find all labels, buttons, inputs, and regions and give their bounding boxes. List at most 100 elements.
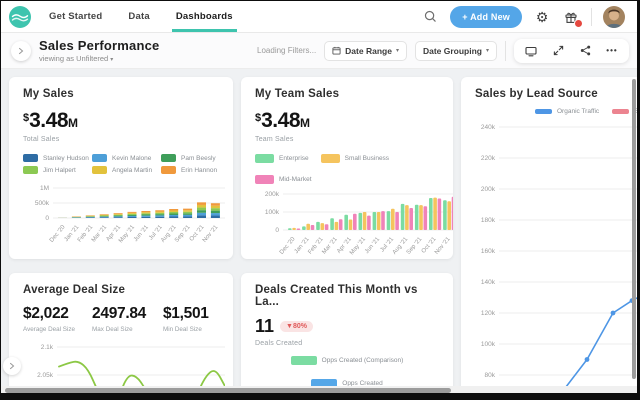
legend-item[interactable]: Angela Martin bbox=[92, 166, 161, 174]
lead-source-card: Sales by Lead Source Organic TrafficSoci… bbox=[461, 77, 637, 386]
calendar-icon bbox=[332, 46, 341, 55]
average-deal-card: Average Deal Size $2,022 Average Deal Siz… bbox=[9, 273, 233, 386]
settings-gear-icon[interactable]: ⚙ bbox=[533, 8, 551, 26]
svg-text:2.1k: 2.1k bbox=[41, 344, 54, 351]
svg-text:240k: 240k bbox=[481, 124, 496, 131]
legend-item[interactable]: Small Business bbox=[320, 154, 389, 163]
svg-text:0: 0 bbox=[275, 227, 279, 234]
svg-text:1M: 1M bbox=[40, 185, 49, 192]
svg-text:140k: 140k bbox=[481, 279, 496, 286]
collapse-chevron-button[interactable] bbox=[11, 40, 31, 61]
search-icon[interactable] bbox=[421, 8, 439, 26]
card-title: My Team Sales bbox=[255, 88, 340, 100]
gift-icon[interactable] bbox=[562, 8, 583, 28]
svg-text:80k: 80k bbox=[485, 372, 496, 379]
lead-source-chart: 240k 220k 200k 180k 160k 140k 120k 100k 80k bbox=[461, 117, 637, 386]
svg-text:Sep '21: Sep '21 bbox=[174, 224, 192, 244]
nav-divider bbox=[591, 7, 592, 26]
deals-created-card: Deals Created This Month vs La... 11 ▼80… bbox=[241, 273, 453, 386]
svg-text:200k: 200k bbox=[265, 191, 280, 198]
svg-text:Jun '21: Jun '21 bbox=[133, 224, 150, 243]
header-actions: ••• bbox=[514, 38, 629, 63]
legend-item[interactable]: Enterprise bbox=[255, 154, 309, 163]
svg-text:100k: 100k bbox=[481, 341, 496, 348]
legend-item[interactable]: Erin Hannon bbox=[161, 166, 230, 174]
scroll-left-chevron-button[interactable] bbox=[3, 357, 21, 375]
my-sales-legend: Stanley Hudson Kevin Malone Pam Beesly Jim … bbox=[23, 154, 233, 178]
svg-text:120k: 120k bbox=[481, 310, 496, 317]
svg-text:180k: 180k bbox=[481, 217, 496, 224]
stat: $2,022 Average Deal Size bbox=[23, 305, 76, 333]
card-title: Average Deal Size bbox=[23, 284, 126, 296]
page-title: Sales Performance bbox=[39, 37, 160, 53]
share-icon[interactable] bbox=[579, 45, 591, 57]
svg-text:160k: 160k bbox=[481, 248, 496, 255]
legend-item[interactable]: Organic Traffic bbox=[535, 108, 599, 115]
more-options-icon[interactable]: ••• bbox=[606, 45, 618, 57]
stat: $1,501 Min Deal Size bbox=[162, 305, 209, 333]
legend-item[interactable]: Mid-Market bbox=[255, 175, 312, 184]
svg-text:2.05k: 2.05k bbox=[37, 372, 54, 379]
add-new-button[interactable]: + Add New bbox=[450, 5, 522, 28]
total-sales-value: $3.48M bbox=[23, 109, 78, 132]
svg-text:220k: 220k bbox=[481, 155, 496, 162]
page-header: Sales Performance viewing as Unfiltered … bbox=[1, 33, 637, 69]
tv-present-icon[interactable] bbox=[525, 45, 537, 57]
viewing-as-dropdown[interactable]: viewing as Unfiltered ▾ bbox=[39, 54, 159, 63]
nav-item-data[interactable]: Data bbox=[128, 1, 149, 32]
value-label: Deals Created bbox=[255, 340, 303, 347]
average-deal-chart: 2.1k 2.05k bbox=[23, 337, 226, 386]
nav-item-dashboards[interactable]: Dashboards bbox=[171, 1, 237, 32]
horizontal-scrollbar-thumb[interactable] bbox=[5, 387, 451, 393]
svg-text:100k: 100k bbox=[265, 209, 280, 216]
nav-right-cluster: + Add New ⚙ bbox=[421, 5, 625, 28]
deals-created-value: 11 bbox=[255, 316, 275, 336]
vertical-scrollbar-thumb[interactable] bbox=[632, 79, 636, 379]
legend-item[interactable]: Opps Created bbox=[311, 379, 383, 386]
date-range-button[interactable]: Date Range ▾ bbox=[324, 40, 407, 61]
team-sales-chart: 200k 100k 0 Dec '20 Jan '21 Feb '21 Mar '21 Apr… bbox=[255, 188, 453, 259]
notification-dot bbox=[574, 18, 583, 28]
card-title: Deals Created This Month vs La... bbox=[255, 284, 418, 308]
card-title: My Sales bbox=[23, 88, 74, 100]
app-window: Get Started Data Dashboards + Add New ⚙ bbox=[1, 1, 637, 393]
top-nav: Get Started Data Dashboards + Add New ⚙ bbox=[1, 1, 637, 33]
svg-text:May '21: May '21 bbox=[349, 236, 367, 256]
legend-item[interactable]: Stanley Hudson bbox=[23, 154, 92, 162]
my-sales-card: My Sales $3.48M Total Sales Stanley Huds… bbox=[9, 77, 233, 259]
deals-legend: Opps Created (Comparison) Opps Created bbox=[255, 356, 439, 386]
dashboard-content: My Sales $3.48M Total Sales Stanley Huds… bbox=[1, 69, 637, 386]
svg-text:Mar '21: Mar '21 bbox=[321, 236, 339, 256]
value-label: Total Sales bbox=[23, 136, 60, 143]
value-label: Team Sales bbox=[255, 136, 294, 143]
team-sales-card: My Team Sales $3.48M Team Sales Enterpri… bbox=[241, 77, 453, 259]
date-grouping-button[interactable]: Date Grouping ▾ bbox=[414, 40, 497, 61]
user-avatar[interactable] bbox=[603, 5, 625, 28]
svg-text:Nov '21: Nov '21 bbox=[434, 236, 452, 256]
legend-item[interactable]: Jim Halpert bbox=[23, 166, 92, 174]
nav-items: Get Started Data Dashboards bbox=[49, 1, 237, 32]
svg-text:Jun '21: Jun '21 bbox=[364, 236, 381, 255]
app-logo-icon[interactable] bbox=[9, 5, 31, 28]
svg-text:Sep '21: Sep '21 bbox=[406, 236, 424, 256]
svg-text:200k: 200k bbox=[481, 186, 496, 193]
deal-size-stats: $2,022 Average Deal Size 2497.84 Max Deal S… bbox=[23, 305, 219, 333]
team-sales-value: $3.48M bbox=[255, 109, 310, 132]
legend-item[interactable]: Pam Beesly bbox=[161, 154, 230, 162]
svg-text:May '21: May '21 bbox=[118, 224, 136, 244]
horizontal-scrollbar[interactable] bbox=[1, 386, 637, 393]
fullscreen-expand-icon[interactable] bbox=[552, 45, 564, 57]
lead-source-legend: Organic TrafficSocial bbox=[535, 108, 637, 115]
loading-filters-text: Loading Filters... bbox=[257, 46, 317, 55]
legend-item[interactable]: Opps Created (Comparison) bbox=[290, 356, 403, 365]
nav-item-get-started[interactable]: Get Started bbox=[49, 1, 102, 32]
svg-text:0: 0 bbox=[45, 215, 49, 222]
my-sales-chart: 1M 500k 0 Dec '20 Jan '21 Feb '21 Mar '21 Apr '… bbox=[23, 182, 225, 253]
percent-change-badge: ▼80% bbox=[280, 321, 313, 332]
header-divider bbox=[505, 40, 506, 61]
card-title: Sales by Lead Source bbox=[475, 88, 598, 100]
svg-text:500k: 500k bbox=[35, 200, 50, 207]
svg-text:Nov '21: Nov '21 bbox=[202, 224, 220, 244]
legend-item[interactable]: Kevin Malone bbox=[92, 154, 161, 162]
stat: 2497.84 Max Deal Size bbox=[92, 305, 146, 333]
